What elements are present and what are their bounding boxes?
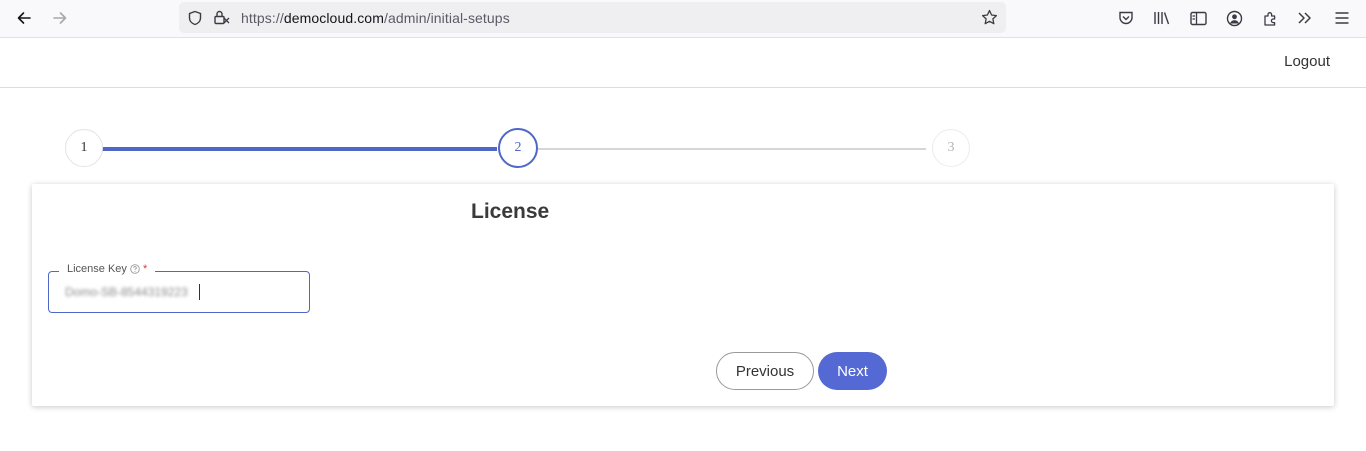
step-1-number: 1: [80, 140, 88, 155]
library-icon[interactable]: [1152, 8, 1172, 28]
logout-link[interactable]: Logout: [1284, 53, 1330, 70]
overflow-chevron-icon[interactable]: [1295, 8, 1315, 28]
account-icon[interactable]: [1224, 8, 1244, 28]
step-2-active: 2: [498, 128, 538, 168]
pocket-icon[interactable]: [1116, 8, 1136, 28]
step-3-number: 3: [947, 140, 955, 155]
tracking-shield-icon[interactable]: [186, 9, 203, 26]
url-bar[interactable]: https://democloud.com/admin/initial-setu…: [179, 2, 1006, 33]
app-header: Logout: [0, 38, 1366, 88]
extensions-icon[interactable]: [1260, 8, 1280, 28]
browser-toolbar: https://democloud.com/admin/initial-setu…: [0, 0, 1366, 38]
license-key-value[interactable]: Domo-SB-8544319223: [65, 285, 188, 299]
lock-icon[interactable]: [213, 9, 230, 26]
text-caret: [199, 284, 200, 300]
step-connector-pending: [538, 148, 926, 150]
bookmark-star-icon[interactable]: [981, 9, 998, 26]
step-3: 3: [932, 129, 970, 167]
step-connector-complete: [97, 147, 497, 151]
menu-hamburger-icon[interactable]: [1332, 8, 1352, 28]
license-key-field[interactable]: License Key * Domo-SB-8544319223: [48, 263, 310, 313]
help-icon[interactable]: [130, 264, 140, 274]
url-text[interactable]: https://democloud.com/admin/initial-setu…: [241, 10, 510, 26]
license-key-label: License Key *: [59, 263, 156, 275]
card-title: License: [471, 200, 550, 223]
license-card: License License Key * Domo-SB-8544319223…: [32, 184, 1334, 406]
forward-arrow-icon[interactable]: [48, 6, 72, 30]
step-2-number: 2: [514, 140, 522, 155]
back-arrow-icon[interactable]: [12, 6, 36, 30]
sidebar-icon[interactable]: [1188, 8, 1208, 28]
license-key-label-text: License Key: [67, 263, 127, 275]
next-button[interactable]: Next: [818, 352, 887, 390]
previous-button[interactable]: Previous: [716, 352, 814, 390]
step-1: 1: [65, 129, 103, 167]
required-asterisk: *: [142, 263, 148, 275]
